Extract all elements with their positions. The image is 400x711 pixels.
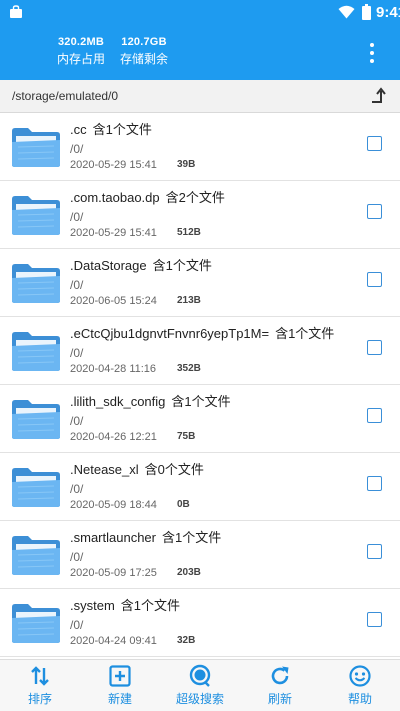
file-date: 2020-04-26 12:21 xyxy=(70,431,157,443)
file-row[interactable]: .smartlauncher 含1个文件 /0/ 2020-05-09 17:25… xyxy=(0,521,400,589)
nav-sort[interactable]: 排序 xyxy=(8,664,72,707)
file-name: .Netease_xl xyxy=(70,462,139,477)
folder-icon xyxy=(11,399,61,440)
status-bar: 9:41 xyxy=(0,0,400,24)
header-bar: 320.2MB 内存占用 120.7GB 存储剩余 xyxy=(0,24,400,80)
file-row[interactable]: .com.taobao.dp 含2个文件 /0/ 2020-05-29 15:41… xyxy=(0,181,400,249)
file-name: .eCtcQjbu1dgnvtFnvnr6yepTp1M= xyxy=(70,326,270,341)
file-name: .smartlauncher xyxy=(70,530,156,545)
file-size: 0B xyxy=(177,499,190,510)
file-count: 含0个文件 xyxy=(144,462,204,477)
memory-usage: 320.2MB 内存占用 xyxy=(56,36,106,67)
file-count: 含1个文件 xyxy=(152,258,212,273)
select-checkbox[interactable] xyxy=(367,204,382,219)
folder-icon xyxy=(11,331,61,372)
more-vertical-icon[interactable] xyxy=(362,38,382,68)
file-date: 2020-04-28 11:16 xyxy=(70,363,157,375)
file-path: /0/ xyxy=(70,142,84,156)
battery-icon xyxy=(362,4,371,20)
add-box-icon xyxy=(109,665,131,687)
file-date: 2020-05-09 18:44 xyxy=(70,499,157,511)
nav-help-label: 帮助 xyxy=(347,692,372,706)
file-size: 203B xyxy=(177,567,201,578)
file-size: 512B xyxy=(177,227,201,238)
file-row[interactable]: .Netease_xl 含0个文件 /0/ 2020-05-09 18:44 0B xyxy=(0,453,400,521)
nav-super-search-label: 超级搜索 xyxy=(175,692,224,706)
file-path: /0/ xyxy=(70,482,84,496)
file-count: 含1个文件 xyxy=(92,122,152,137)
file-name: .com.taobao.dp xyxy=(70,190,160,205)
file-path: /0/ xyxy=(70,210,84,224)
folder-icon xyxy=(11,535,61,576)
nav-refresh[interactable]: 刷新 xyxy=(248,664,312,707)
file-count: 含1个文件 xyxy=(161,530,222,545)
file-path: /0/ xyxy=(70,346,84,360)
select-checkbox[interactable] xyxy=(367,272,382,287)
select-checkbox[interactable] xyxy=(367,408,382,423)
memory-usage-label: 内存占用 xyxy=(56,52,105,66)
wifi-icon xyxy=(338,5,355,19)
file-count: 含1个文件 xyxy=(171,394,231,409)
sort-icon xyxy=(31,666,49,686)
memory-usage-value: 320.2MB xyxy=(57,36,105,48)
nav-new[interactable]: 新建 xyxy=(88,664,152,707)
file-size: 39B xyxy=(177,159,196,170)
nav-sort-label: 排序 xyxy=(27,692,52,706)
file-path: /0/ xyxy=(70,550,84,564)
select-checkbox[interactable] xyxy=(367,340,382,355)
select-checkbox[interactable] xyxy=(367,612,382,627)
nav-help[interactable]: 帮助 xyxy=(328,664,392,707)
file-count: 含1个文件 xyxy=(275,326,335,341)
file-path: /0/ xyxy=(70,618,84,632)
file-count: 含1个文件 xyxy=(120,598,181,613)
file-row[interactable]: .eCtcQjbu1dgnvtFnvnr6yepTp1M= 含1个文件 /0/ 2… xyxy=(0,317,400,385)
folder-icon xyxy=(11,467,61,508)
nav-refresh-label: 刷新 xyxy=(267,692,292,706)
shopping-bag-icon xyxy=(10,5,22,18)
folder-icon xyxy=(11,603,61,644)
file-size: 352B xyxy=(177,363,201,374)
file-name: .system xyxy=(70,598,115,613)
folder-icon xyxy=(11,195,61,236)
clock: 9:41 xyxy=(376,4,400,21)
file-name: .lilith_sdk_config xyxy=(70,394,166,409)
select-checkbox[interactable] xyxy=(367,476,382,491)
file-row[interactable]: .DataStorage 含1个文件 /0/ 2020-06-05 15:24 2… xyxy=(0,249,400,317)
file-list: .cc 含1个文件 /0/ 2020-05-29 15:41 39B .com.t… xyxy=(0,113,400,657)
file-size: 213B xyxy=(177,295,201,306)
folder-icon xyxy=(11,263,61,304)
select-checkbox[interactable] xyxy=(367,544,382,559)
file-date: 2020-05-09 17:25 xyxy=(70,567,157,579)
file-date: 2020-05-29 15:41 xyxy=(70,159,157,171)
file-row[interactable]: .cc 含1个文件 /0/ 2020-05-29 15:41 39B xyxy=(0,113,400,181)
select-checkbox[interactable] xyxy=(367,136,382,151)
file-size: 75B xyxy=(177,431,196,442)
file-path: /0/ xyxy=(70,414,84,428)
path-bar: /storage/emulated/0 xyxy=(0,80,400,113)
nav-new-label: 新建 xyxy=(107,692,132,706)
file-date: 2020-05-29 15:41 xyxy=(70,227,157,239)
file-row[interactable]: .system 含1个文件 /0/ 2020-04-24 09:41 32B xyxy=(0,589,400,657)
bottom-nav: 排序 新建 超级搜索 刷新 帮助 xyxy=(0,659,400,711)
search-icon xyxy=(189,664,211,687)
refresh-icon xyxy=(271,666,289,685)
file-name: .DataStorage xyxy=(70,258,147,273)
storage-remaining-value: 120.7GB xyxy=(121,36,167,48)
file-name: .cc xyxy=(70,122,87,137)
arrow-up-level-icon[interactable] xyxy=(371,87,387,105)
storage-remaining-label: 存储剩余 xyxy=(119,52,168,66)
file-date: 2020-06-05 15:24 xyxy=(70,295,157,307)
file-path: /0/ xyxy=(70,278,84,292)
nav-super-search[interactable]: 超级搜索 xyxy=(168,664,232,707)
current-path: /storage/emulated/0 xyxy=(12,89,119,103)
file-size: 32B xyxy=(177,635,196,646)
file-date: 2020-04-24 09:41 xyxy=(70,635,157,647)
file-count: 含2个文件 xyxy=(165,190,225,205)
storage-remaining: 120.7GB 存储剩余 xyxy=(119,36,169,67)
smiley-icon xyxy=(349,665,371,687)
folder-icon xyxy=(11,127,61,168)
file-row[interactable]: .lilith_sdk_config 含1个文件 /0/ 2020-04-26 1… xyxy=(0,385,400,453)
